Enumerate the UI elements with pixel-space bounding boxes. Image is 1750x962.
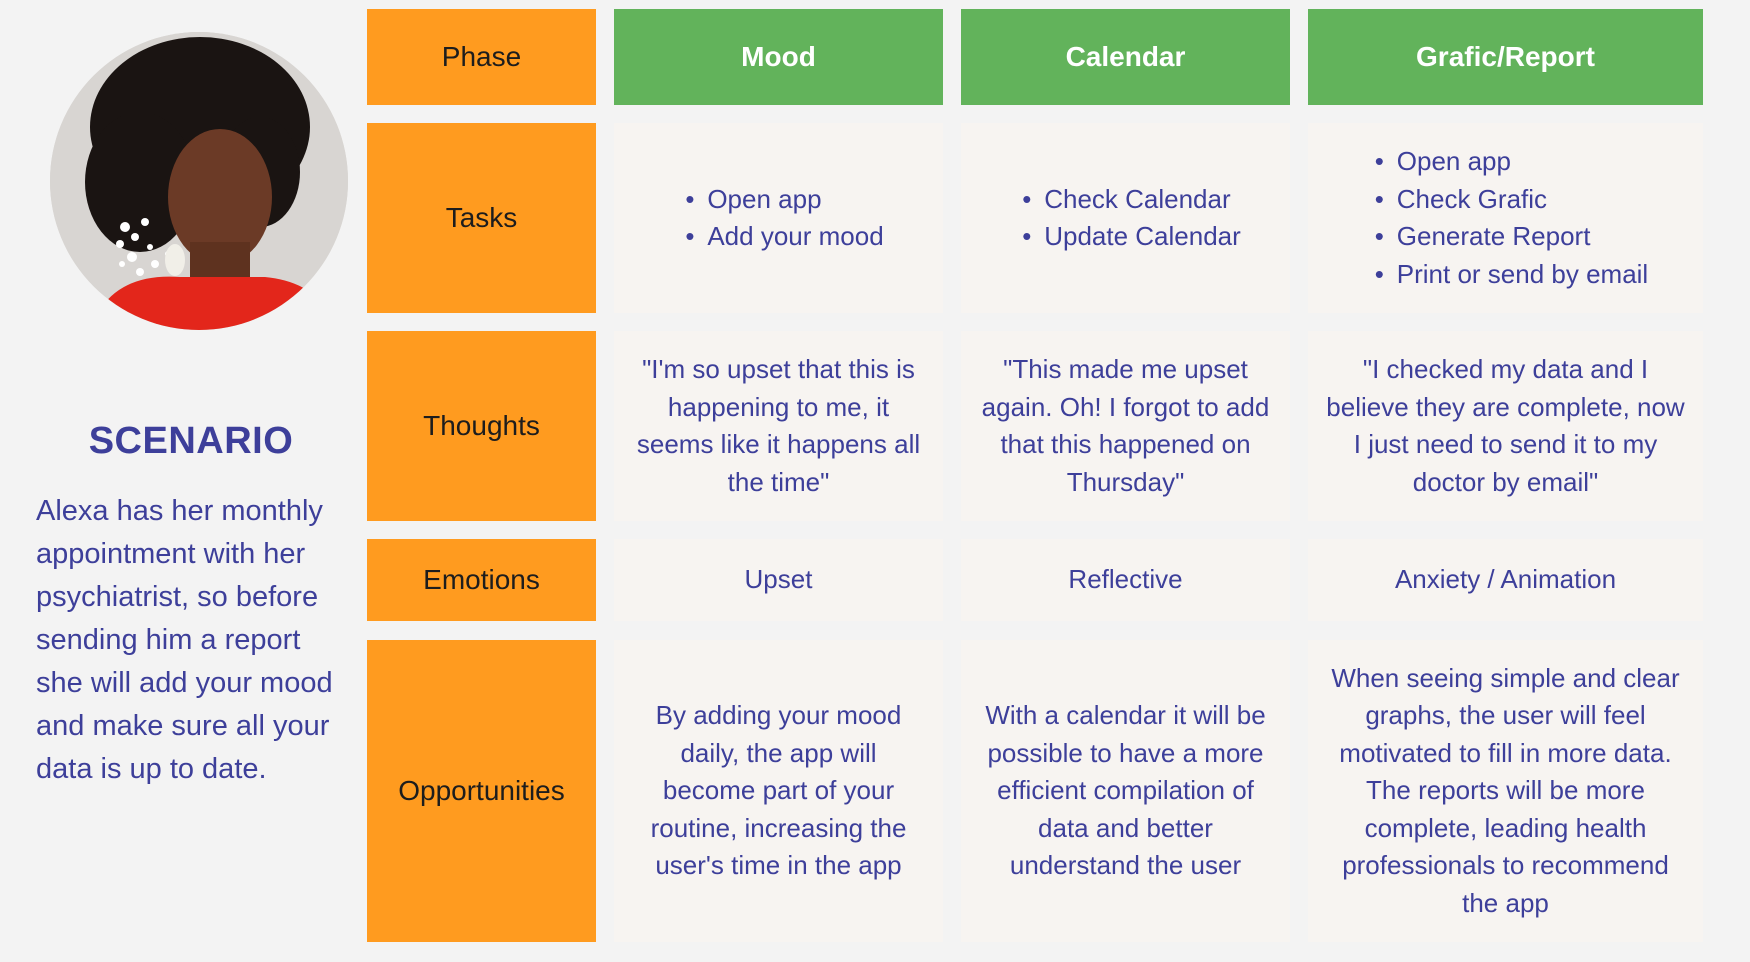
emotions-report-cell: Anxiety / Animation [1308, 539, 1703, 621]
emotions-calendar-cell: Reflective [961, 539, 1290, 621]
column-header-report: Grafic/Report [1308, 9, 1703, 105]
tasks-calendar-cell: Check Calendar Update Calendar [961, 123, 1290, 313]
thoughts-mood-cell: "I'm so upset that this is happening to … [614, 331, 943, 521]
list-item: Check Calendar [1022, 181, 1241, 219]
opportunities-report-cell: When seeing simple and clear graphs, the… [1308, 640, 1703, 942]
scenario-description: Alexa has her monthly appointment with h… [36, 495, 333, 785]
list-item: Check Grafic [1375, 181, 1648, 219]
list-item: Generate Report [1375, 218, 1648, 256]
column-header-calendar: Calendar [961, 9, 1290, 105]
row-label-opportunities: Opportunities [367, 640, 596, 942]
row-label-thoughts: Thoughts [367, 331, 596, 521]
row-label-emotions: Emotions [367, 539, 596, 621]
list-item: Print or send by email [1375, 256, 1648, 294]
phase-header: Phase [367, 9, 596, 105]
thoughts-calendar-cell: "This made me upset again. Oh! I forgot … [961, 331, 1290, 521]
persona-photo-icon [50, 32, 348, 330]
tasks-mood-cell: Open app Add your mood [614, 123, 943, 313]
list-item: Add your mood [685, 218, 883, 256]
thoughts-report-cell: "I checked my data and I believe they ar… [1308, 331, 1703, 521]
tasks-calendar-list: Check Calendar Update Calendar [1010, 181, 1241, 256]
opportunities-mood-cell: By adding your mood daily, the app will … [614, 640, 943, 942]
list-item: Open app [1375, 143, 1648, 181]
scenario-title: SCENARIO [88, 420, 294, 462]
tasks-mood-list: Open app Add your mood [673, 181, 883, 256]
emotions-mood-cell: Upset [614, 539, 943, 621]
column-header-mood: Mood [614, 9, 943, 105]
tasks-report-cell: Open app Check Grafic Generate Report Pr… [1308, 123, 1703, 313]
opportunities-calendar-cell: With a calendar it will be possible to h… [961, 640, 1290, 942]
persona-avatar [50, 32, 348, 330]
tasks-report-list: Open app Check Grafic Generate Report Pr… [1363, 143, 1648, 293]
list-item: Update Calendar [1022, 218, 1241, 256]
row-label-tasks: Tasks [367, 123, 596, 313]
list-item: Open app [685, 181, 883, 219]
